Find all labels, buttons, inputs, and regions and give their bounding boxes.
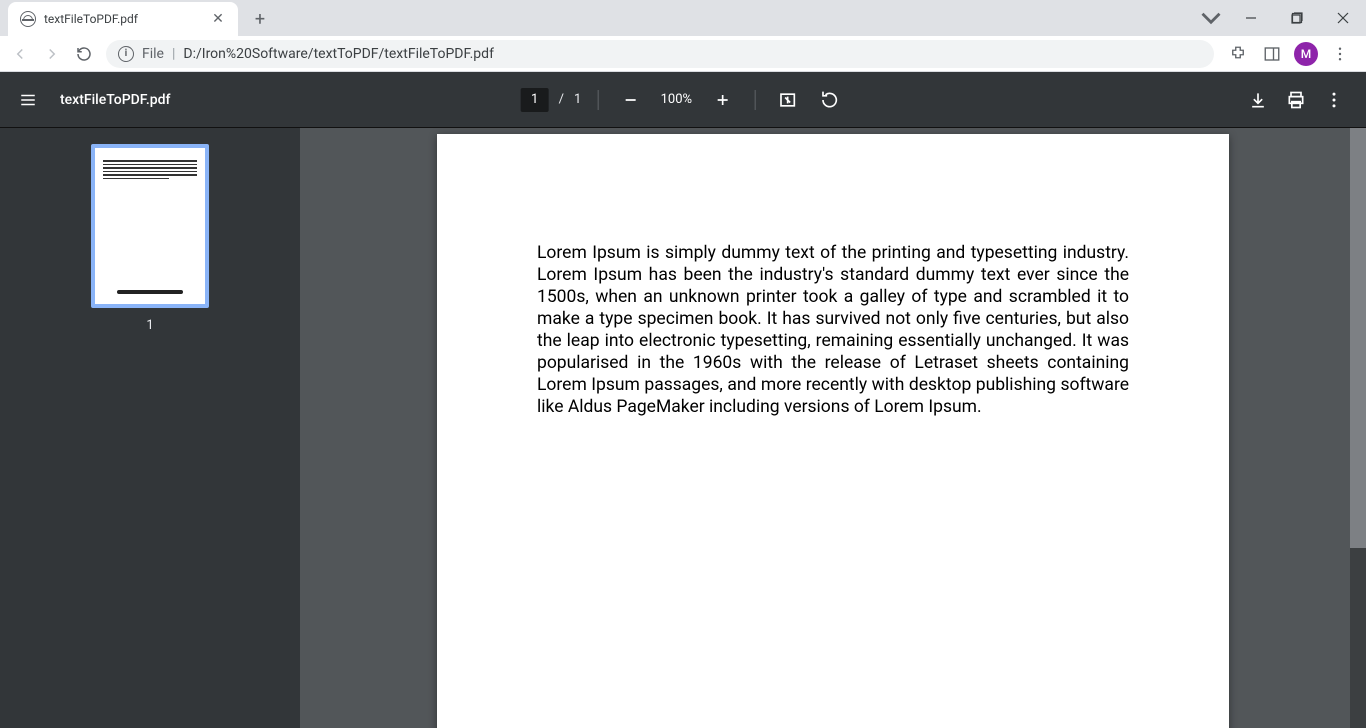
scrollbar-thumb[interactable] xyxy=(1350,128,1366,548)
page-number-input[interactable] xyxy=(521,88,549,112)
rotate-button[interactable] xyxy=(813,84,845,116)
window-controls xyxy=(1194,0,1366,36)
new-tab-button[interactable]: + xyxy=(246,5,274,33)
tab-search-icon[interactable] xyxy=(1194,1,1228,35)
pdf-toolbar-center: / 1 100% xyxy=(521,84,846,116)
thumbnail-page-number: 1 xyxy=(146,318,153,333)
window-maximize-button[interactable] xyxy=(1274,2,1320,34)
extensions-icon[interactable] xyxy=(1222,40,1254,68)
forward-button[interactable] xyxy=(38,40,66,68)
pdf-more-menu-icon[interactable] xyxy=(1318,84,1350,116)
pdf-page: Lorem Ipsum is simply dummy text of the … xyxy=(437,134,1229,728)
pdf-text-content: Lorem Ipsum is simply dummy text of the … xyxy=(537,242,1129,418)
pdf-toolbar: textFileToPDF.pdf / 1 100% xyxy=(0,72,1366,128)
print-button[interactable] xyxy=(1280,84,1312,116)
zoom-level: 100% xyxy=(656,92,696,107)
toolbar-right: M xyxy=(1222,40,1360,68)
browser-titlebar: textFileToPDF.pdf ✕ + xyxy=(0,0,1366,36)
page-canvas-area[interactable]: Lorem Ipsum is simply dummy text of the … xyxy=(300,128,1366,728)
close-tab-icon[interactable]: ✕ xyxy=(210,11,226,27)
page-separator: / xyxy=(559,92,564,107)
fit-page-button[interactable] xyxy=(771,84,803,116)
download-button[interactable] xyxy=(1242,84,1274,116)
zoom-in-button[interactable] xyxy=(706,84,738,116)
thumbnail-panel: 1 xyxy=(0,128,300,728)
address-bar[interactable]: i File | D:/Iron%20Software/textToPDF/te… xyxy=(106,40,1214,68)
back-button[interactable] xyxy=(6,40,34,68)
pdf-body: 1 Lorem Ipsum is simply dummy text of th… xyxy=(0,128,1366,728)
globe-icon xyxy=(20,11,36,27)
browser-toolbar: i File | D:/Iron%20Software/textToPDF/te… xyxy=(0,36,1366,72)
profile-avatar[interactable]: M xyxy=(1290,40,1322,68)
page-thumbnail[interactable] xyxy=(91,144,209,308)
reload-button[interactable] xyxy=(70,40,98,68)
thumbnail-footer-bar xyxy=(117,290,183,294)
page-total: 1 xyxy=(574,92,581,107)
site-info-icon[interactable]: i xyxy=(118,46,134,62)
divider xyxy=(754,90,755,110)
thumbnail-preview xyxy=(103,160,197,181)
sidebar-toggle-icon[interactable] xyxy=(16,88,40,112)
window-minimize-button[interactable] xyxy=(1228,2,1274,34)
pdf-toolbar-right xyxy=(1242,84,1350,116)
url-scheme: File xyxy=(142,46,164,62)
url-separator: | xyxy=(172,46,175,62)
browser-tab[interactable]: textFileToPDF.pdf ✕ xyxy=(8,2,238,36)
pdf-viewer: textFileToPDF.pdf / 1 100% xyxy=(0,72,1366,728)
chrome-menu-icon[interactable] xyxy=(1324,40,1356,68)
url-path: D:/Iron%20Software/textToPDF/textFileToP… xyxy=(183,46,494,62)
tab-title: textFileToPDF.pdf xyxy=(44,12,202,26)
window-close-button[interactable] xyxy=(1320,2,1366,34)
vertical-scrollbar[interactable] xyxy=(1350,128,1366,728)
pdf-filename: textFileToPDF.pdf xyxy=(60,92,170,108)
divider xyxy=(597,90,598,110)
zoom-out-button[interactable] xyxy=(614,84,646,116)
side-panel-icon[interactable] xyxy=(1256,40,1288,68)
